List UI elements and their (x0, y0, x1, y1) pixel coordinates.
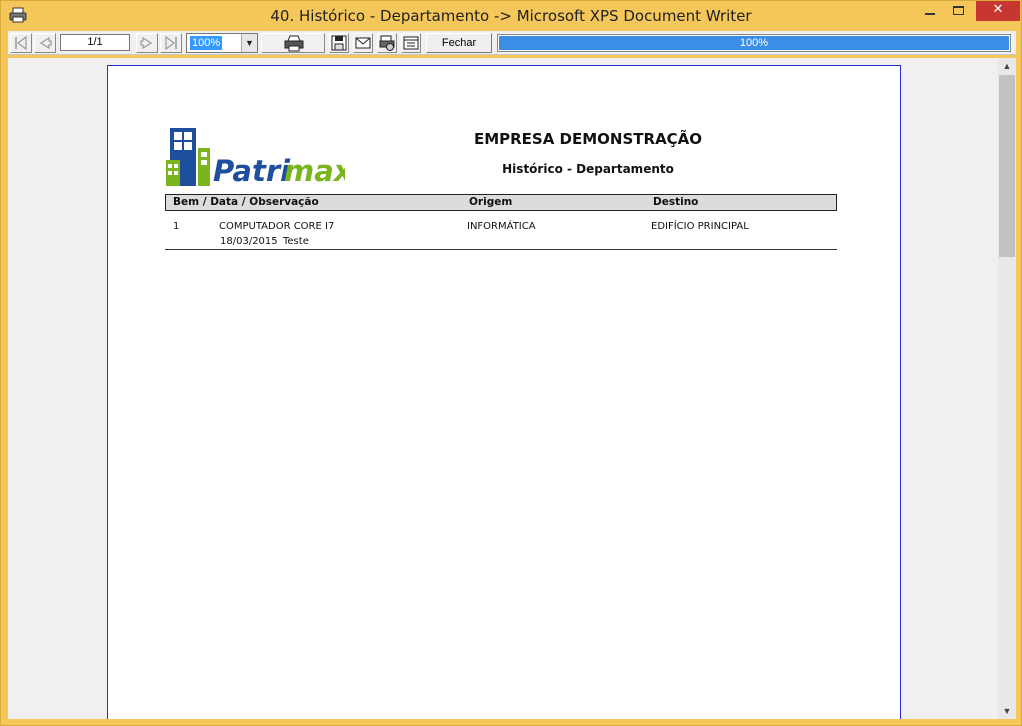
minimize-icon (925, 13, 935, 15)
chevron-down-icon[interactable]: ▼ (241, 34, 257, 52)
next-page-button[interactable] (136, 33, 158, 53)
table-header: Bem / Data / Observação Origem Destino (165, 194, 837, 211)
company-name: EMPRESA DEMONSTRAÇÃO (473, 130, 703, 148)
page-number-input[interactable]: 1/1 (60, 34, 130, 51)
prev-page-icon (39, 36, 52, 50)
row-divider (165, 249, 837, 250)
window-title: 40. Histórico - Departamento -> Microsof… (270, 7, 752, 25)
last-page-button[interactable] (160, 33, 182, 53)
save-icon (331, 35, 347, 51)
maximize-button[interactable] (943, 1, 975, 21)
row-id: 1 (173, 221, 180, 232)
print-setup-icon (379, 35, 395, 51)
row-observation: Teste (283, 236, 309, 247)
report-preview-window: 40. Histórico - Departamento -> Microsof… (0, 0, 1022, 726)
logo-text-patri: Patri (213, 154, 291, 188)
report-page: Patri max EMPRESA DEMONSTRAÇÃO Histórico… (107, 65, 901, 719)
patrimax-logo: Patri max (166, 128, 345, 188)
last-page-icon (165, 35, 177, 51)
scrollbar-thumb[interactable] (999, 75, 1015, 257)
next-page-icon (140, 36, 153, 50)
first-page-button[interactable] (10, 33, 32, 53)
row-description: COMPUTADOR CORE I7 (219, 221, 335, 232)
progress-bar: 100% (497, 34, 1011, 52)
first-page-icon (15, 35, 27, 51)
save-button[interactable] (329, 33, 349, 53)
print-setup-button[interactable] (377, 33, 397, 53)
print-button[interactable] (261, 33, 325, 53)
scroll-down-icon[interactable]: ▼ (998, 703, 1016, 719)
email-icon (355, 37, 371, 49)
column-header-destination: Destino (653, 196, 699, 208)
report-title: Histórico - Departamento (502, 162, 674, 176)
row-destination: EDIFÍCIO PRINCIPAL (651, 221, 749, 232)
close-window-button[interactable]: ✕ (976, 1, 1020, 21)
maximize-icon (953, 6, 964, 15)
progress-text: 100% (739, 37, 769, 49)
column-header-item: Bem / Data / Observação (173, 196, 319, 208)
title-bar[interactable]: 40. Histórico - Departamento -> Microsof… (1, 1, 1021, 31)
zoom-value: 100% (190, 36, 223, 50)
zoom-select[interactable]: 100% ▼ (186, 33, 258, 53)
page-setup-icon (403, 36, 419, 50)
logo-text-max: max (284, 154, 345, 188)
column-header-origin: Origem (469, 196, 513, 208)
row-date: 18/03/2015 (220, 236, 278, 247)
close-preview-button[interactable]: Fechar (426, 33, 492, 53)
row-origin: INFORMÁTICA (467, 221, 536, 232)
email-button[interactable] (353, 33, 373, 53)
scroll-up-icon[interactable]: ▲ (998, 58, 1016, 74)
close-icon: ✕ (992, 2, 1004, 17)
preview-toolbar: 1/1 100% ▼ Fechar 100% (8, 31, 1016, 55)
document-viewer[interactable]: Patri max EMPRESA DEMONSTRAÇÃO Histórico… (8, 58, 998, 719)
prev-page-button[interactable] (34, 33, 56, 53)
page-setup-button[interactable] (401, 33, 421, 53)
printer-icon (284, 35, 304, 52)
vertical-scrollbar[interactable]: ▲ ▼ (998, 58, 1016, 719)
